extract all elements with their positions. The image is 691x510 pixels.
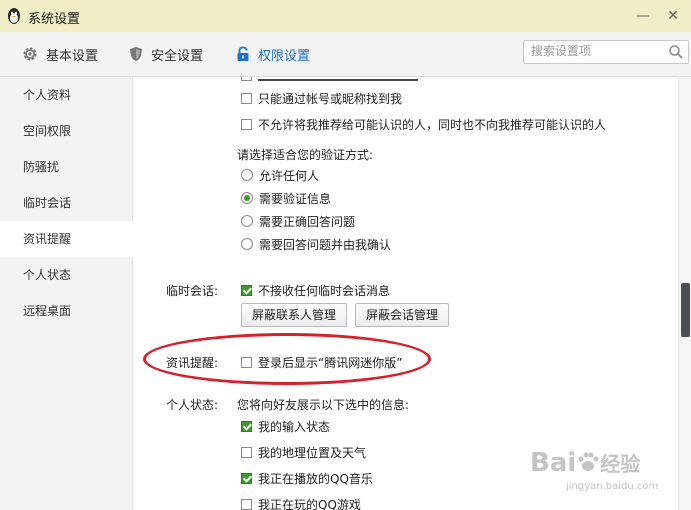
search-box [523,40,689,64]
option-label: 我的地理位置及天气 [258,445,367,460]
search-input[interactable] [524,41,661,61]
shield-icon [130,47,142,61]
watermark-url: jingyan.baidu.com [566,481,659,492]
radio-require-verify[interactable]: 需要验证信息 [241,189,331,207]
tab-label: 基本设置 [46,48,99,64]
checkbox[interactable] [241,92,252,104]
gear-icon [23,47,37,61]
radio-button[interactable] [241,169,253,181]
option-label: 登录后显示“腾讯网迷你版” [258,355,403,370]
option-label: 我正在播放的QQ音乐 [258,471,373,486]
minimize-button[interactable]: — [632,6,654,26]
clipped-text [258,79,418,81]
watermark-brand-cn: 经验 [600,452,641,476]
watermark-brand: Bai [530,448,577,478]
checkbox[interactable] [241,420,252,432]
tab-label: 权限设置 [258,48,311,64]
checkbox[interactable] [241,356,252,368]
option-label: 我正在玩的QQ游戏 [258,497,361,510]
sidebar-item-space-permission[interactable]: 空间权限 [0,113,132,149]
lock-icon [237,46,249,61]
radio-button[interactable] [241,215,253,227]
news-reminder-label: 资讯提醒: [166,356,219,370]
window-title: 系统设置 [28,12,81,27]
option-find-by-account[interactable]: 只能通过帐号或昵称找到我 [241,89,402,107]
radio-allow-anyone[interactable]: 允许任何人 [241,166,319,184]
status-prompt: 您将向好友展示以下选中的信息: [237,398,410,412]
radio-button[interactable] [241,192,253,204]
content-scrollbar[interactable] [678,77,691,510]
sidebar-item-remote-desktop[interactable]: 远程桌面 [0,293,132,329]
tab-permission-settings[interactable]: 权限设置 [236,44,310,64]
radio-answer-question[interactable]: 需要正确回答问题 [241,212,355,230]
option-typing-status[interactable]: 我的输入状态 [241,417,330,435]
temp-session-label: 临时会话: [166,284,219,298]
option-label: 不允许将我推荐给可能认识的人，同时也不向我推荐可能认识的人 [258,117,607,132]
checkbox[interactable] [241,498,252,510]
option-reject-temp-session[interactable]: 不接收任何临时会话消息 [241,281,390,299]
sidebar-item-personal-status[interactable]: 个人状态 [0,257,132,293]
paw-icon [578,452,599,471]
checkbox[interactable] [241,77,252,81]
sidebar-item-profile[interactable]: 个人资料 [0,77,132,113]
option-label: 只能通过帐号或昵称找到我 [258,91,403,106]
radio-label: 需要验证信息 [259,191,332,206]
option-label: 不接收任何临时会话消息 [258,283,391,298]
tab-security-settings[interactable]: 安全设置 [129,44,203,64]
block-contacts-manage-button[interactable]: 屏蔽联系人管理 [241,303,348,327]
sidebar-item-temp-session[interactable]: 临时会话 [0,185,132,221]
clipped-option-row [241,77,418,84]
option-show-mini-news[interactable]: 登录后显示“腾讯网迷你版” [241,353,402,371]
watermark-logo: Bai 经验 [530,448,640,478]
settings-sidebar: 个人资料 空间权限 防骚扰 临时会话 资讯提醒 个人状态 远程桌面 [0,77,133,510]
radio-label: 需要回答问题并由我确认 [259,237,392,252]
block-sessions-manage-button[interactable]: 屏蔽会话管理 [355,303,450,327]
sidebar-item-news-reminder[interactable]: 资讯提醒 [0,221,133,257]
qq-penguin-icon [8,8,20,24]
checkbox[interactable] [241,118,252,130]
radio-label: 需要正确回答问题 [259,214,356,229]
verify-prompt: 请选择适合您的验证方式: [237,148,374,162]
search-icon[interactable] [668,44,684,60]
option-qq-music[interactable]: 我正在播放的QQ音乐 [241,469,373,487]
checkbox[interactable] [241,284,252,296]
tab-label: 安全设置 [151,48,204,64]
sidebar-item-anti-harassment[interactable]: 防骚扰 [0,149,132,185]
option-label: 我的输入状态 [258,419,331,434]
close-button[interactable]: ✕ [662,6,684,26]
tab-basic-settings[interactable]: 基本设置 [22,44,98,64]
title-bar: 系统设置 — ✕ [0,0,691,32]
settings-content: 只能通过帐号或昵称找到我 不允许将我推荐给可能认识的人，同时也不向我推荐可能认识… [133,77,678,510]
radio-label: 允许任何人 [259,168,320,183]
option-no-recommend[interactable]: 不允许将我推荐给可能认识的人，同时也不向我推荐可能认识的人 [241,115,606,133]
option-qq-game[interactable]: 我正在玩的QQ游戏 [241,495,361,510]
option-location-weather[interactable]: 我的地理位置及天气 [241,443,366,461]
checkbox[interactable] [241,472,252,484]
radio-button[interactable] [241,238,253,250]
checkbox[interactable] [241,446,252,458]
radio-answer-and-confirm[interactable]: 需要回答问题并由我确认 [241,235,391,253]
personal-status-label: 个人状态: [166,398,219,412]
scrollbar-thumb[interactable] [681,283,690,337]
